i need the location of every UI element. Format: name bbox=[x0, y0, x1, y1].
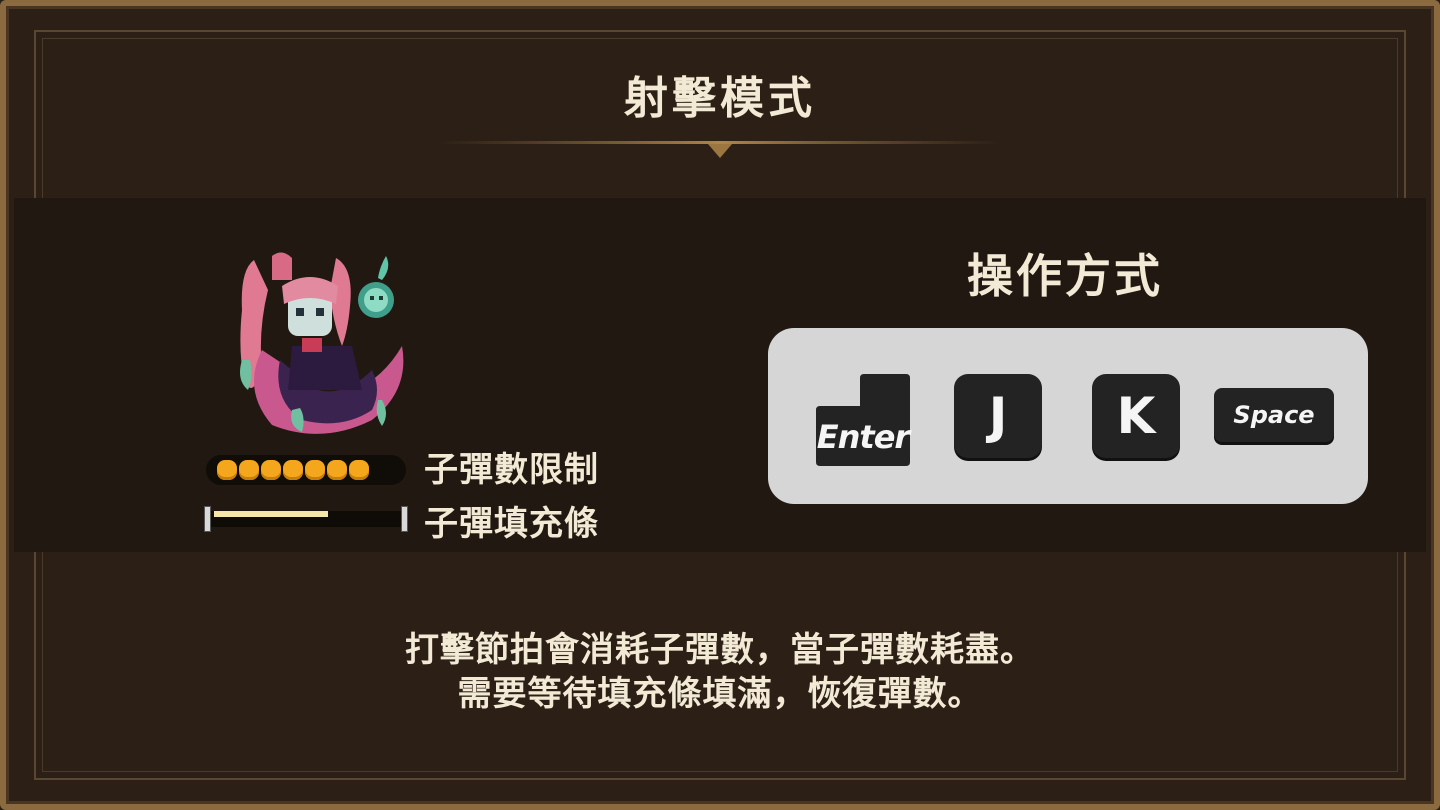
enter-key-label: Enter bbox=[816, 418, 910, 456]
ammo-pill bbox=[217, 460, 237, 480]
character-sprite bbox=[240, 252, 404, 434]
description-line-2: 需要等待填充條填滿，恢復彈數。 bbox=[457, 674, 983, 714]
k-key: K bbox=[1092, 374, 1180, 458]
ammo-limit-indicator bbox=[206, 455, 406, 485]
description-line-1: 打擊節拍會消耗子彈數，當子彈數耗盡。 bbox=[405, 630, 1035, 670]
ammo-pill bbox=[305, 460, 325, 480]
refill-bar-label: 子彈填充條 bbox=[424, 504, 599, 544]
refill-bar bbox=[204, 506, 408, 532]
ammo-pill bbox=[327, 460, 347, 480]
ammo-pill bbox=[261, 460, 281, 480]
refill-bar-fill bbox=[214, 511, 328, 517]
j-key: J bbox=[954, 374, 1042, 458]
space-key: Space bbox=[1214, 388, 1334, 442]
ammo-limit-label: 子彈數限制 bbox=[424, 450, 599, 490]
refill-bar-right-cap bbox=[401, 506, 408, 532]
enter-key: Enter bbox=[816, 374, 910, 466]
controls-panel: Enter J K Space bbox=[768, 328, 1368, 504]
controls-title: 操作方式 bbox=[967, 249, 1163, 303]
ammo-pill bbox=[283, 460, 303, 480]
ammo-pill bbox=[239, 460, 259, 480]
page-title: 射擊模式 bbox=[624, 73, 816, 124]
refill-bar-left-cap bbox=[204, 506, 211, 532]
title-divider bbox=[440, 141, 1000, 158]
ammo-pill bbox=[349, 460, 369, 480]
